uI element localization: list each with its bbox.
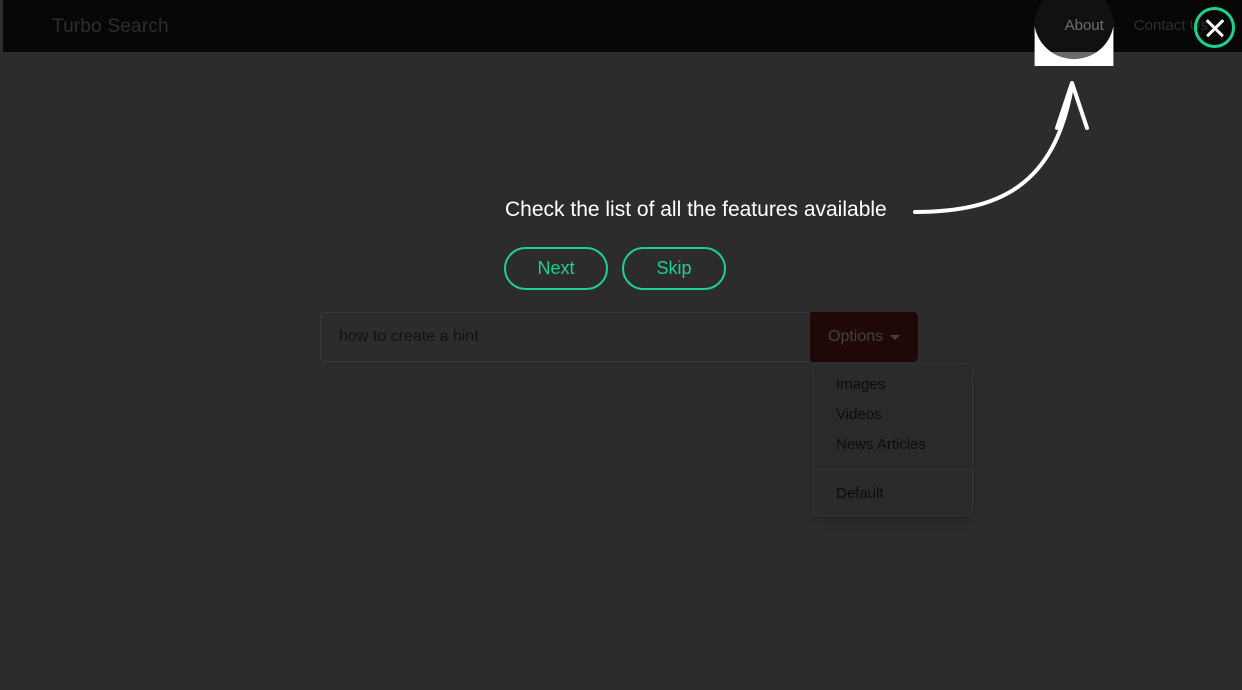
options-button-label: Options <box>828 328 884 345</box>
page-content: Options Images Videos News Articles Defa… <box>0 52 1242 638</box>
navbar: Turbo Search About Contact Us <box>0 0 1242 52</box>
hint-skip-button[interactable]: Skip <box>622 247 726 290</box>
dropdown-item-images[interactable]: Images <box>814 370 972 400</box>
page-root: Options Images Videos News Articles Defa… <box>0 0 1242 690</box>
options-dropdown-menu[interactable]: Images Videos News Articles Default <box>813 363 973 516</box>
left-edge-strip <box>0 0 3 52</box>
dropdown-item-news-articles[interactable]: News Articles <box>814 430 972 460</box>
dropdown-divider <box>814 469 972 470</box>
close-icon[interactable] <box>1194 7 1235 48</box>
dropdown-item-videos[interactable]: Videos <box>814 400 972 430</box>
chevron-down-icon <box>890 334 901 340</box>
nav-link-about[interactable]: About <box>1050 0 1119 52</box>
dropdown-item-default[interactable]: Default <box>814 479 972 509</box>
hint-button-group: Next Skip <box>504 247 726 290</box>
options-dropdown-button[interactable]: Options <box>810 312 919 362</box>
search-input[interactable] <box>320 312 810 362</box>
search-bar: Options <box>320 312 919 362</box>
brand-title: Turbo Search <box>52 15 169 37</box>
hint-next-button[interactable]: Next <box>504 247 608 290</box>
